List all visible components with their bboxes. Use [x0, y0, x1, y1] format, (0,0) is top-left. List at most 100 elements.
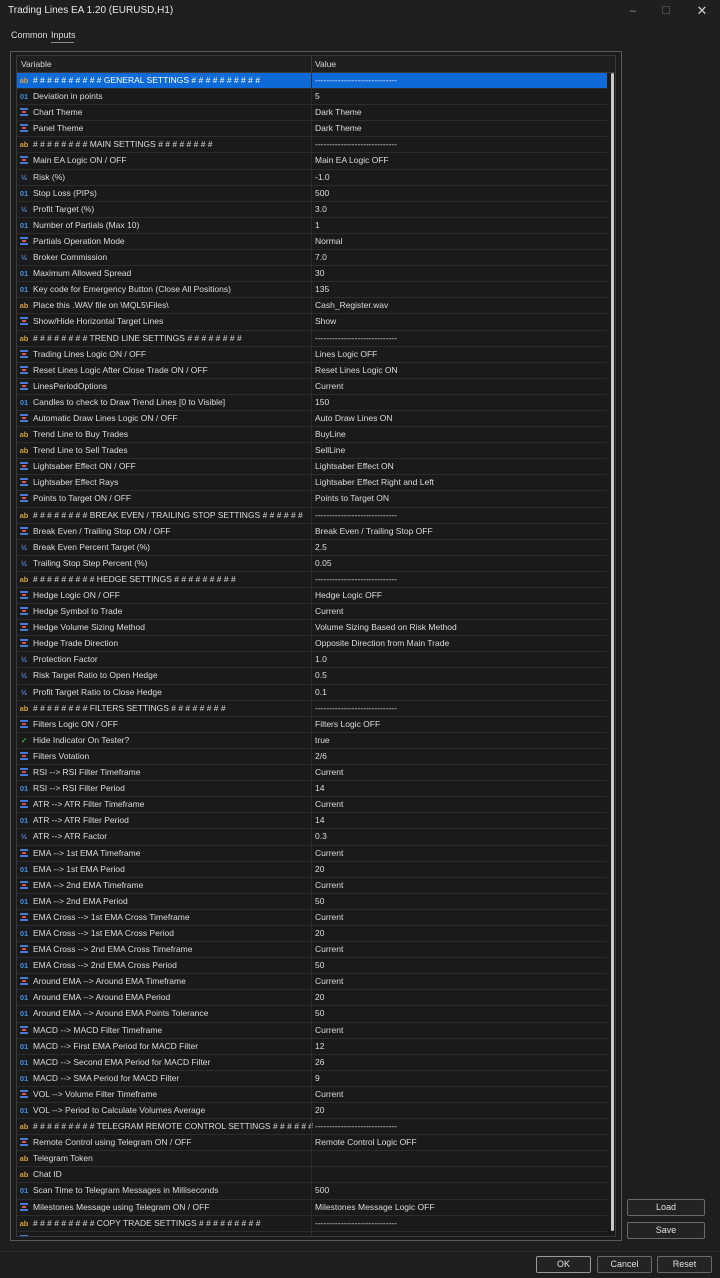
- variable-value[interactable]: 50: [315, 958, 324, 973]
- table-row[interactable]: 01 ATR --> ATR Filter Period 14: [17, 813, 607, 830]
- variable-value[interactable]: Current: [315, 797, 343, 812]
- column-header-variable[interactable]: Variable: [21, 59, 52, 69]
- column-header-value[interactable]: Value: [315, 59, 336, 69]
- table-row[interactable]: ab Trend Line to Sell Trades SellLine: [17, 443, 607, 460]
- variable-value[interactable]: 1: [315, 218, 320, 233]
- variable-value[interactable]: Dark Theme: [315, 105, 362, 120]
- cancel-button[interactable]: Cancel: [597, 1256, 652, 1273]
- variable-value[interactable]: Lightsaber Effect Right and Left: [315, 475, 434, 490]
- variable-value[interactable]: Current: [315, 974, 343, 989]
- table-row[interactable]: 01 EMA Cross --> 2nd EMA Cross Period 50: [17, 958, 607, 975]
- table-row[interactable]: ab # # # # # # # # MAIN SETTINGS # # # # …: [17, 137, 607, 154]
- variable-value[interactable]: SellLine: [315, 443, 345, 458]
- variable-value[interactable]: Current: [315, 846, 343, 861]
- variable-value[interactable]: 7.0: [315, 250, 327, 265]
- table-row[interactable]: ab Chat ID: [17, 1167, 607, 1184]
- variable-value[interactable]: Main EA Logic OFF: [315, 153, 389, 168]
- table-row[interactable]: ab # # # # # # # # # TELEGRAM REMOTE CONT…: [17, 1119, 607, 1136]
- variable-value[interactable]: BuyLine: [315, 427, 346, 442]
- table-row[interactable]: Trading Lines Logic ON / OFF Lines Logic …: [17, 346, 607, 363]
- variable-value[interactable]: 500: [315, 186, 329, 201]
- table-row[interactable]: ab Telegram Token: [17, 1151, 607, 1168]
- table-row[interactable]: Copy Trade Logic ON / OFF Copy Trade Logi…: [17, 1231, 607, 1236]
- table-row[interactable]: 01 Maximum Allowed Spread 30: [17, 266, 607, 283]
- variable-value[interactable]: Current: [315, 942, 343, 957]
- table-row[interactable]: ab # # # # # # # # # COPY TRADE SETTINGS …: [17, 1215, 607, 1232]
- variable-value[interactable]: Current: [315, 1087, 343, 1102]
- variable-value[interactable]: Show: [315, 314, 336, 329]
- table-row[interactable]: Hedge Logic ON / OFF Hedge Logic OFF: [17, 588, 607, 605]
- table-row[interactable]: EMA Cross --> 2nd EMA Cross Timeframe Cur…: [17, 942, 607, 959]
- variable-value[interactable]: Opposite Direction from Main Trade: [315, 636, 449, 651]
- table-row[interactable]: ✓ Hide Indicator On Tester? true: [17, 732, 607, 749]
- variable-value[interactable]: Hedge Logic OFF: [315, 588, 382, 603]
- variable-value[interactable]: 20: [315, 862, 324, 877]
- table-row[interactable]: Lightsaber Effect ON / OFF Lightsaber Eff…: [17, 459, 607, 476]
- variable-value[interactable]: 0.1: [315, 685, 327, 700]
- table-row[interactable]: 01 Number of Partials (Max 10) 1: [17, 217, 607, 234]
- variable-value[interactable]: -----------------------------: [315, 701, 397, 716]
- table-row[interactable]: Milestones Message using Telegram ON / O…: [17, 1199, 607, 1216]
- table-row[interactable]: Remote Control using Telegram ON / OFF Re…: [17, 1135, 607, 1152]
- variable-value[interactable]: Filters Logic OFF: [315, 717, 380, 732]
- table-row[interactable]: 01 MACD --> First EMA Period for MACD Fil…: [17, 1038, 607, 1055]
- variable-value[interactable]: Current: [315, 1023, 343, 1038]
- table-row[interactable]: 01 Candles to check to Draw Trend Lines […: [17, 394, 607, 411]
- table-row[interactable]: ab # # # # # # # # # HEDGE SETTINGS # # #…: [17, 571, 607, 588]
- variable-value[interactable]: 3.0: [315, 202, 327, 217]
- maximize-button[interactable]: ☐: [658, 4, 674, 18]
- variable-value[interactable]: 50: [315, 894, 324, 909]
- table-row[interactable]: ½ Break Even Percent Target (%) 2.5: [17, 539, 607, 556]
- variable-value[interactable]: 50: [315, 1006, 324, 1021]
- variable-value[interactable]: 30: [315, 266, 324, 281]
- close-button[interactable]: ✕: [694, 4, 710, 18]
- variable-value[interactable]: 2.5: [315, 540, 327, 555]
- table-row[interactable]: Filters Logic ON / OFF Filters Logic OFF: [17, 716, 607, 733]
- variable-value[interactable]: -----------------------------: [315, 1216, 397, 1231]
- table-row[interactable]: 01 Stop Loss (PIPs) 500: [17, 185, 607, 202]
- scrollbar-thumb[interactable]: [611, 73, 614, 1231]
- table-row[interactable]: ½ Risk (%) -1.0: [17, 169, 607, 186]
- table-row[interactable]: ½ Profit Target (%) 3.0: [17, 201, 607, 218]
- table-row[interactable]: ATR --> ATR Filter Timeframe Current: [17, 797, 607, 814]
- variable-value[interactable]: 0.5: [315, 668, 327, 683]
- table-row[interactable]: 01 Deviation in points 5: [17, 89, 607, 106]
- table-row[interactable]: 01 Key code for Emergency Button (Close A…: [17, 282, 607, 299]
- table-row[interactable]: Main EA Logic ON / OFF Main EA Logic OFF: [17, 153, 607, 170]
- variable-value[interactable]: -1.0: [315, 170, 330, 185]
- variable-value[interactable]: true: [315, 733, 330, 748]
- variable-value[interactable]: 9: [315, 1071, 320, 1086]
- variable-value[interactable]: 135: [315, 282, 329, 297]
- variable-value[interactable]: Lightsaber Effect ON: [315, 459, 394, 474]
- table-row[interactable]: ½ Risk Target Ratio to Open Hedge 0.5: [17, 668, 607, 685]
- variable-value[interactable]: 20: [315, 1103, 324, 1118]
- variable-value[interactable]: Current: [315, 878, 343, 893]
- load-button[interactable]: Load: [627, 1199, 705, 1216]
- variable-value[interactable]: -----------------------------: [315, 508, 397, 523]
- tab-inputs[interactable]: Inputs: [51, 30, 76, 40]
- variable-value[interactable]: Break Even / Trailing Stop OFF: [315, 524, 433, 539]
- variable-value[interactable]: Lines Logic OFF: [315, 347, 377, 362]
- variable-value[interactable]: Volume Sizing Based on Risk Method: [315, 620, 457, 635]
- table-row[interactable]: ½ Broker Commission 7.0: [17, 250, 607, 267]
- vertical-scrollbar[interactable]: [610, 73, 615, 1233]
- variable-value[interactable]: Current: [315, 604, 343, 619]
- table-row[interactable]: ab Place this .WAV file on \MQL5\Files\ Ca…: [17, 298, 607, 315]
- variable-value[interactable]: 12: [315, 1039, 324, 1054]
- table-row[interactable]: ½ ATR --> ATR Factor 0.3: [17, 829, 607, 846]
- table-row[interactable]: 01 RSI --> RSI Filter Period 14: [17, 781, 607, 798]
- variable-value[interactable]: 20: [315, 926, 324, 941]
- table-row[interactable]: ab # # # # # # # # FILTERS SETTINGS # # #…: [17, 700, 607, 717]
- table-row[interactable]: Points to Target ON / OFF Points to Targe…: [17, 491, 607, 508]
- variable-value[interactable]: 0.3: [315, 829, 327, 844]
- table-row[interactable]: Chart Theme Dark Theme: [17, 105, 607, 122]
- table-row[interactable]: 01 EMA --> 2nd EMA Period 50: [17, 893, 607, 910]
- variable-value[interactable]: -----------------------------: [315, 572, 397, 587]
- variable-value[interactable]: Cash_Register.wav: [315, 298, 388, 313]
- variable-value[interactable]: Current: [315, 379, 343, 394]
- tab-common[interactable]: Common: [11, 30, 48, 40]
- table-row[interactable]: 01 EMA Cross --> 1st EMA Cross Period 20: [17, 925, 607, 943]
- variable-value[interactable]: Milestones Message Logic OFF: [315, 1200, 435, 1215]
- table-row[interactable]: ab # # # # # # # # # # GENERAL SETTINGS #…: [17, 73, 607, 90]
- table-row[interactable]: ½ Trailing Stop Step Percent (%) 0.05: [17, 555, 607, 572]
